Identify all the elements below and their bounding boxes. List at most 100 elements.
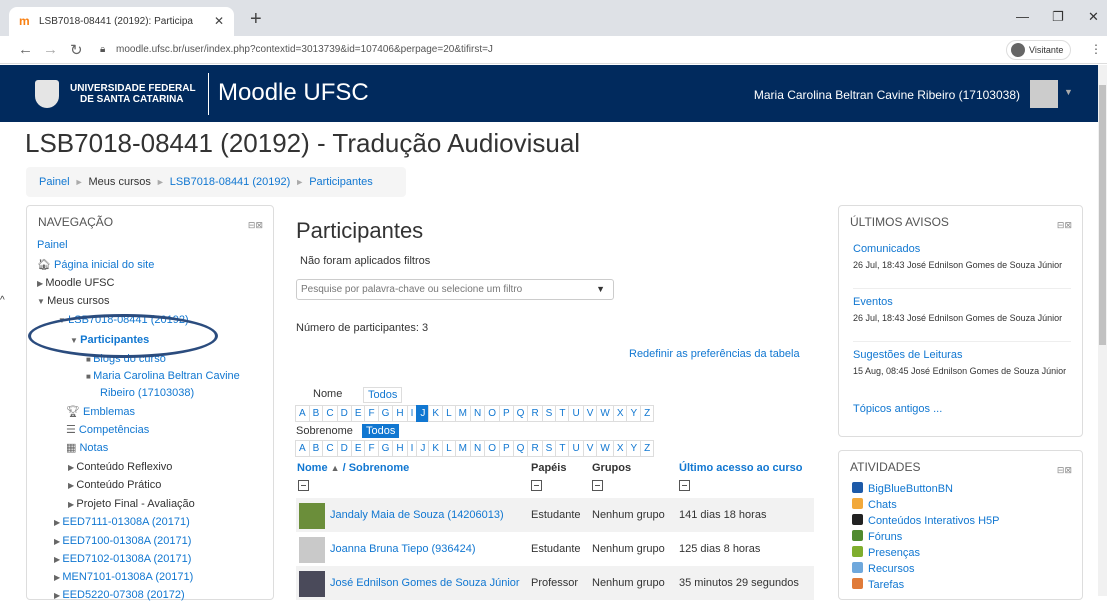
news-item-title[interactable]: Comunicados xyxy=(853,243,920,255)
last-name-letter-r[interactable]: R xyxy=(527,440,543,457)
last-name-letter-z[interactable]: Z xyxy=(640,440,655,457)
university-name[interactable]: UNIVERSIDADE FEDERAL DE SANTA CATARINA xyxy=(70,83,196,105)
last-name-letter-y[interactable]: Y xyxy=(626,440,642,457)
last-name-letter-v[interactable]: V xyxy=(582,440,598,457)
collapse-groups-icon[interactable] xyxy=(592,480,603,491)
first-name-letter-u[interactable]: U xyxy=(568,405,584,422)
activity-link[interactable]: Chats xyxy=(868,499,897,511)
older-topics-link[interactable]: Tópicos antigos ... xyxy=(853,403,1071,415)
nav-competencias-link[interactable]: Competências xyxy=(79,424,149,436)
last-name-letter-d[interactable]: D xyxy=(336,440,352,457)
first-name-letter-q[interactable]: Q xyxy=(512,405,529,422)
activity-item[interactable]: Recursos xyxy=(852,562,914,576)
last-name-letter-c[interactable]: C xyxy=(322,440,338,457)
breadcrumb-participantes[interactable]: Participantes xyxy=(309,176,373,188)
last-name-all-button[interactable]: Todos xyxy=(362,424,400,438)
avatar[interactable] xyxy=(299,537,325,563)
nav-course-eed7102[interactable]: ▶ EED7102-01308A (20171) xyxy=(54,552,191,567)
nav-course-eed7111[interactable]: ▶ EED7111-01308A (20171) xyxy=(54,515,190,530)
chevron-down-icon[interactable]: ▼ xyxy=(1064,87,1073,97)
back-icon[interactable]: ← xyxy=(18,41,33,58)
browser-tab[interactable]: m LSB7018-08441 (20192): Participa ✕ xyxy=(9,7,234,36)
nav-course-eed7100-link[interactable]: EED7100-01308A (20171) xyxy=(62,535,191,547)
last-name-letter-m[interactable]: M xyxy=(454,440,471,457)
activity-item[interactable]: Chats xyxy=(852,498,897,512)
participant-name[interactable]: Joanna Bruna Tiepo (936424) xyxy=(330,543,476,555)
first-name-letter-b[interactable]: B xyxy=(308,405,324,422)
breadcrumb-course[interactable]: LSB7018-08441 (20192) xyxy=(170,176,290,188)
user-menu-name[interactable]: Maria Carolina Beltran Cavine Ribeiro (1… xyxy=(754,88,1020,102)
activity-item[interactable]: Fóruns xyxy=(852,530,902,544)
last-name-letter-h[interactable]: H xyxy=(392,440,408,457)
nav-meus-cursos[interactable]: ▼ Meus cursos xyxy=(37,294,110,309)
nav-site-home-link[interactable]: Página inicial do site xyxy=(54,259,154,271)
first-name-letter-g[interactable]: G xyxy=(377,405,394,422)
column-name[interactable]: Nome ▲ / Sobrenome xyxy=(297,462,409,474)
first-name-letter-n[interactable]: N xyxy=(469,405,486,422)
participant-name[interactable]: José Ednilson Gomes de Souza Júnior xyxy=(330,577,520,589)
avatar[interactable] xyxy=(299,503,325,529)
first-name-letter-o[interactable]: O xyxy=(484,405,500,422)
collapse-name-icon[interactable] xyxy=(298,480,309,491)
sort-first-name-link[interactable]: Nome xyxy=(297,462,328,474)
nav-painel-link[interactable]: Painel xyxy=(37,239,68,251)
last-name-letter-x[interactable]: X xyxy=(612,440,628,457)
last-name-letter-k[interactable]: K xyxy=(428,440,444,457)
breadcrumb-painel[interactable]: Painel xyxy=(39,176,70,188)
activity-link[interactable]: Recursos xyxy=(868,563,914,575)
last-name-letter-b[interactable]: B xyxy=(308,440,324,457)
first-name-letter-k[interactable]: K xyxy=(428,405,444,422)
last-name-letter-w[interactable]: W xyxy=(596,440,614,457)
activity-link[interactable]: BigBlueButtonBN xyxy=(868,483,953,495)
nav-moodle-ufsc[interactable]: ▶ Moodle UFSC xyxy=(37,276,114,291)
nav-course-men7101-link[interactable]: MEN7101-01308A (20171) xyxy=(62,571,193,583)
activity-link[interactable]: Tarefas xyxy=(868,579,904,591)
nav-notas-link[interactable]: Notas xyxy=(79,442,108,454)
collapse-roles-icon[interactable] xyxy=(531,480,542,491)
activity-item[interactable]: Conteúdos Interativos H5P xyxy=(852,514,999,528)
first-name-all-button[interactable]: Todos xyxy=(363,387,403,403)
user-avatar[interactable] xyxy=(1030,80,1058,108)
first-name-letter-e[interactable]: E xyxy=(350,405,366,422)
nav-course-eed7100[interactable]: ▶ EED7100-01308A (20171) xyxy=(54,534,191,549)
nav-user-line2[interactable]: Ribeiro (17103038) xyxy=(100,386,194,400)
menu-icon[interactable]: ⋮ xyxy=(1090,42,1102,56)
last-name-letter-n[interactable]: N xyxy=(469,440,486,457)
activity-link[interactable]: Conteúdos Interativos H5P xyxy=(868,515,999,527)
page-scrollbar[interactable] xyxy=(1098,65,1107,596)
first-name-letter-p[interactable]: P xyxy=(498,405,514,422)
nav-conteudo-pratico[interactable]: ▶ Conteúdo Prático xyxy=(68,478,161,493)
nav-competencias[interactable]: ☰ Competências xyxy=(66,423,149,437)
filter-select[interactable]: Pesquise por palavra-chave ou selecione … xyxy=(296,279,614,300)
first-name-letter-t[interactable]: T xyxy=(555,405,570,422)
activity-item[interactable]: Presenças xyxy=(852,546,920,560)
nav-conteudo-reflexivo[interactable]: ▶ Conteúdo Reflexivo xyxy=(68,460,172,475)
scrollbar-thumb[interactable] xyxy=(1099,85,1106,345)
reset-table-preferences-link[interactable]: Redefinir as preferências da tabela xyxy=(629,348,800,360)
last-name-letter-s[interactable]: S xyxy=(541,440,557,457)
forward-icon[interactable]: → xyxy=(43,41,58,58)
last-name-letter-u[interactable]: U xyxy=(568,440,584,457)
first-name-letter-x[interactable]: X xyxy=(612,405,628,422)
minimize-icon[interactable]: — xyxy=(1016,9,1029,24)
reload-icon[interactable]: ↻ xyxy=(70,41,83,59)
last-name-letter-o[interactable]: O xyxy=(484,440,500,457)
nav-emblemas[interactable]: 🏆︎ Emblemas xyxy=(66,405,135,419)
news-item-title[interactable]: Eventos xyxy=(853,296,893,308)
nav-course-eed7111-link[interactable]: EED7111-01308A (20171) xyxy=(62,516,189,528)
nav-projeto-final[interactable]: ▶ Projeto Final - Avaliação xyxy=(68,497,195,512)
activity-link[interactable]: Fóruns xyxy=(868,531,902,543)
avatar[interactable] xyxy=(299,571,325,597)
site-title[interactable]: Moodle UFSC xyxy=(218,79,369,107)
activity-link[interactable]: Presenças xyxy=(868,547,920,559)
first-name-letter-a[interactable]: A xyxy=(295,405,310,422)
last-name-letter-e[interactable]: E xyxy=(350,440,366,457)
block-actions-icon[interactable]: ⊟⊠ xyxy=(1057,220,1072,231)
close-window-icon[interactable]: ✕ xyxy=(1088,9,1099,25)
column-last-access[interactable]: Último acesso ao curso xyxy=(679,462,803,474)
block-actions-icon[interactable]: ⊟⊠ xyxy=(248,220,263,231)
last-name-letter-l[interactable]: L xyxy=(442,440,456,457)
first-name-letter-v[interactable]: V xyxy=(582,405,598,422)
new-tab-icon[interactable]: + xyxy=(250,8,262,31)
collapse-last-access-icon[interactable] xyxy=(679,480,690,491)
